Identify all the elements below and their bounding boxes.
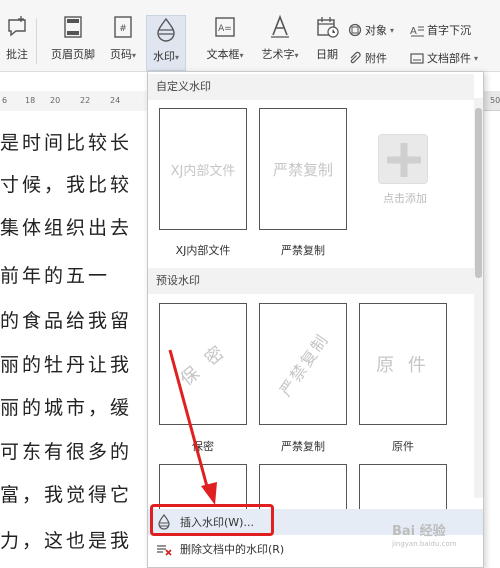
doc-line: 的食品给我留 [0,310,133,332]
watermark-preview-text: 严禁复制 [275,329,333,400]
doc-line: 是时间比较长 [0,132,133,154]
watermark-preview-text: XJ内部文件 [170,163,236,179]
wordart-label: 艺术字 [261,48,295,61]
textbox-icon: A= [215,17,235,37]
ruler-number: 6 [2,96,8,105]
ruler-number: 18 [25,96,36,105]
page-number-label: 页码 [109,48,132,61]
docparts-label: 文档部件 [427,52,471,65]
docparts-button[interactable]: 文档部件 ▾ [410,50,478,66]
svg-text:#: # [119,24,127,34]
custom-watermark-thumb[interactable]: 严禁复制 [259,108,347,230]
comment-button[interactable]: 批注 [2,14,32,70]
object-button[interactable]: 对象 ▾ [348,22,394,38]
preset-watermark-thumb[interactable]: 原 件 [359,303,447,425]
doc-line: 前年的五一 [0,265,111,287]
watermark-caption: 保密 [192,440,214,453]
watermark-caption: XJ内部文件 [175,244,231,257]
date-icon [317,17,339,38]
comment-icon [8,16,26,37]
watermark-icon [157,17,175,42]
textbox-button[interactable]: A= 文本框▾ [198,14,252,70]
attachment-icon [350,51,361,64]
custom-watermark-thumb[interactable]: XJ内部文件 [159,108,247,230]
doc-line: 集体组织出去 [0,217,133,239]
doc-line: 寸候，我比较 [0,174,133,196]
site-logo-watermark: Bai 经验 jingyan.baidu.com [392,520,492,560]
preset-watermark-header: 预设水印 [148,268,474,294]
preset-watermark-thumb[interactable]: 严禁复制 [259,303,347,425]
ruler-number: 50 [490,96,500,105]
object-label: 对象 [365,24,387,37]
attachment-label: 附件 [365,52,387,65]
watermark-caption: 严禁复制 [281,440,325,453]
watermark-dropdown: 自定义水印 XJ内部文件 XJ内部文件 严禁复制 严禁复制 点击添加 预设水印 … [147,71,484,568]
doc-line: 力，这也是我 [0,530,133,552]
watermark-label: 水印 [152,50,175,63]
object-icon [348,23,362,37]
plus-icon [387,143,421,177]
svg-text:A: A [410,26,417,37]
watermark-preview-text: 原 件 [376,355,430,376]
watermark-button[interactable]: 水印▾ [146,15,186,71]
wordart-button[interactable]: 艺术字▾ [254,14,306,70]
attachment-button[interactable]: 附件 [348,50,387,66]
ruler-number: 20 [50,96,61,105]
site-logo-text: Bai 经验 [392,524,446,539]
header-footer-icon [64,16,82,38]
watermark-caption: 原件 [392,440,414,453]
custom-watermark-header: 自定义水印 [148,74,474,100]
dropdown-scrollbar[interactable] [474,98,483,498]
date-button[interactable]: 日期 [310,14,344,70]
watermark-preview-text: 严禁复制 [272,160,333,179]
ruler-number: 24 [110,96,121,105]
dropcap-icon: A [410,26,424,37]
preset-watermark-thumb[interactable]: 保 密 [159,303,247,425]
separator [36,18,37,64]
add-watermark-label: 点击添加 [383,192,427,205]
site-logo-url: jingyan.baidu.com [392,540,457,548]
page-number-icon: # [114,16,132,38]
doc-line: 丽的牡丹让我 [0,354,133,376]
textbox-label: 文本框 [206,48,240,61]
docparts-icon [410,53,424,64]
svg-text:A=: A= [218,24,232,34]
watermark-caption: 严禁复制 [281,244,325,257]
ribbon-toolbar: 批注 页眉页脚 # 页码▾ 水印▾ A= 文本框▾ 艺术字▾ 日期 对象 ▾ A … [0,0,500,72]
delete-watermark-label: 删除文档中的水印(R) [180,543,285,556]
comment-label: 批注 [6,48,28,61]
watermark-preview-text: 保 密 [176,339,232,391]
doc-line: 可东有很多的 [0,441,133,463]
doc-line: 富，我觉得它 [0,484,133,506]
header-footer-button[interactable]: 页眉页脚 [44,14,102,70]
ruler-number: 22 [80,96,91,105]
header-footer-label: 页眉页脚 [51,48,95,61]
dropcap-label: 首字下沉 [427,24,471,37]
page-number-button[interactable]: # 页码▾ [104,14,142,70]
date-label: 日期 [316,48,338,61]
doc-line: 丽的城市，缓 [0,397,133,419]
scrollbar-thumb[interactable] [475,108,482,278]
annotation-highlight-box [150,504,274,536]
add-watermark-button[interactable] [378,134,428,184]
dropcap-button[interactable]: A 首字下沉 [410,22,471,38]
app-window: { "ribbon": { "buttons": [ {"label": "批注… [0,0,500,568]
ruler-page-area [0,91,147,111]
delete-watermark-icon [157,545,172,556]
wordart-icon [271,14,289,38]
